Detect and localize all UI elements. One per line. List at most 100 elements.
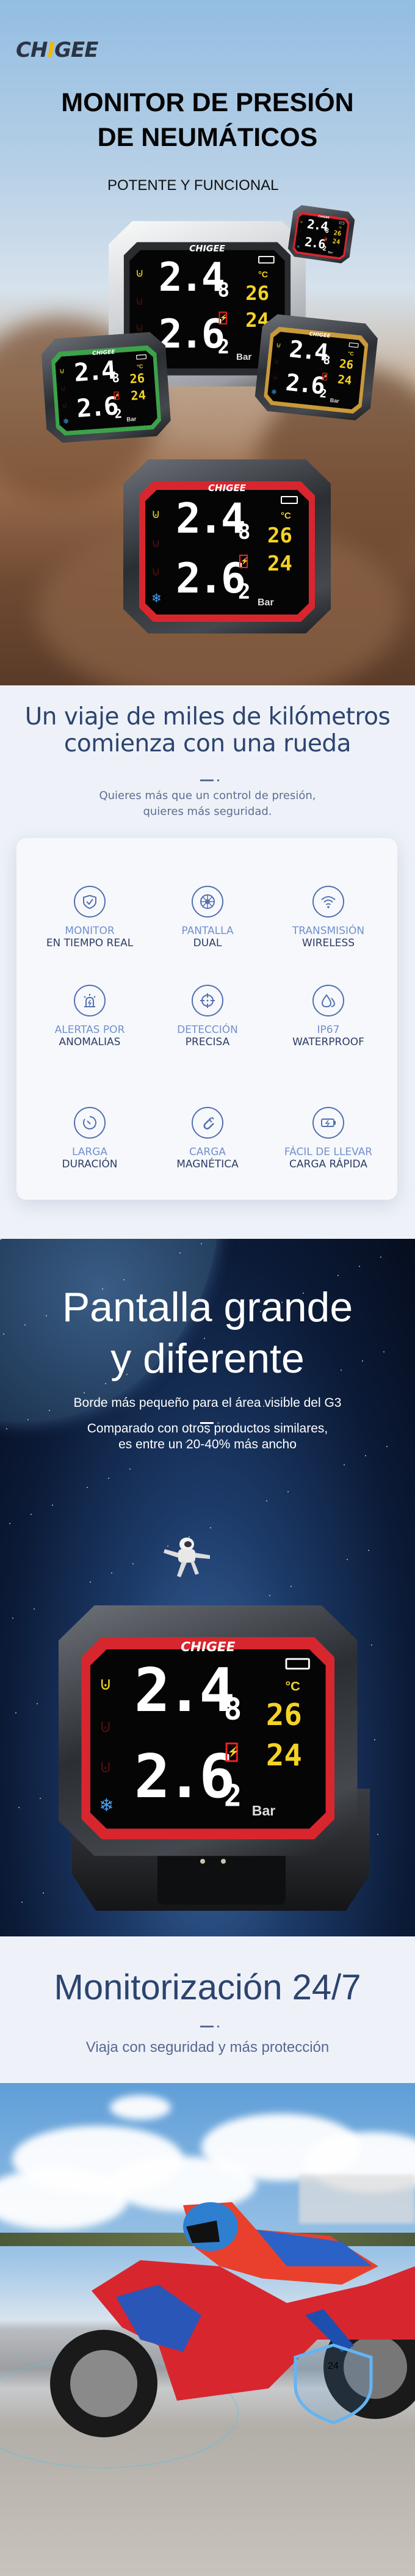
rear-pressure: 2.6 (76, 392, 118, 424)
rear-pressure: 2.6 (176, 555, 246, 603)
star (40, 1798, 41, 1799)
star (31, 1514, 32, 1515)
front-pressure-decimal: 8 (223, 1692, 242, 1728)
feature-label-accent: IP67 (317, 1024, 340, 1036)
battery-icon (136, 354, 146, 360)
front-pressure: 2.4 (287, 335, 329, 367)
device-red: ⊍ ⊍ ⊍ ❄ 2.4 8 2.6 2 ⚡ °C 26 24 Bar CHIGE… (123, 459, 331, 633)
temp-unit: °C (136, 363, 143, 370)
charging-icon: ⚡ (225, 1742, 239, 1762)
brand-logo: CHIGEE (16, 38, 98, 62)
device-green: ⊍ ⊍ ⊍ ❄ 2.4 8 2.6 2 ⚡ °C 26 24 Bar CHIGE… (40, 331, 171, 444)
star (9, 1523, 10, 1524)
star (380, 1257, 381, 1258)
star (15, 1712, 16, 1713)
pressure-unit: Bar (328, 250, 333, 255)
device-screen: ⊍ ⊍ ⊍ ❄ 2.4 8 2.6 2 ⚡ °C 26 24 Bar (145, 490, 309, 615)
tire-temp-icon: ⊍ (151, 565, 161, 578)
monitoring-subtitle: Viaja con seguridad y más protección (85, 2039, 330, 2056)
rear-temp: 24 (130, 387, 146, 404)
feature-item: IP67 WATERPROOF (267, 985, 389, 1048)
front-pressure: 2.4 (176, 495, 246, 543)
star (34, 1608, 35, 1610)
feature-item: DETECCIÓN PRECISA (146, 985, 269, 1048)
device-screen: ⊍ ⊍ ⊍ ❄ 2.4 8 2.6 2 ⚡ °C 26 24 Bar (55, 350, 158, 431)
battery-icon (281, 496, 298, 504)
rear-pressure-decimal: 2 (114, 406, 123, 421)
star (37, 1703, 38, 1704)
display-section: Pantalla grande y diferente Borde más peq… (0, 1239, 415, 1936)
tire-warning-icon: ⊍ (99, 1717, 112, 1737)
timer-icon (74, 1107, 106, 1139)
hero-section: CHIGEE MONITOR DE PRESIÓN DE NEUMÁTICOS P… (0, 0, 415, 685)
feature-label: DUAL (193, 937, 222, 949)
star (21, 1902, 23, 1903)
tire-pressure-icon: ⊍ (151, 508, 161, 521)
star (87, 1487, 88, 1488)
feature-label-accent: MONITOR (65, 925, 115, 937)
tire-pressure-icon: ⊍ (135, 267, 144, 280)
hero-subtitle: POTENTE Y FUNCIONAL (107, 177, 279, 194)
star (108, 1478, 109, 1479)
star (123, 1279, 125, 1280)
star (52, 1505, 53, 1506)
motorcycle-rider (0, 2202, 415, 2468)
24h-shield-icon (294, 2343, 373, 2425)
star (347, 1559, 348, 1560)
feature-label: ANOMALIAS (59, 1036, 121, 1048)
feature-label: WATERPROOF (292, 1036, 364, 1048)
feature-item: ALERTAS POR ANOMALIAS (29, 985, 151, 1048)
tire-pressure-icon: ⊍ (99, 1674, 112, 1695)
features-subtitle: Quieres más que un control de presión, qu… (99, 789, 316, 818)
feature-item: LARGA DURACIÓN (29, 1107, 151, 1170)
star (111, 1572, 112, 1574)
star (290, 1586, 292, 1587)
rear-pressure: 2.6 (158, 312, 225, 358)
divider (200, 779, 219, 781)
front-pressure: 2.4 (158, 255, 225, 301)
charging-icon: ⚡ (324, 238, 328, 241)
tire-pressure-icon: ⊍ (275, 341, 282, 349)
star (374, 1739, 375, 1740)
feature-item: PANTALLA DUAL (146, 886, 269, 949)
rear-pressure: 2.6 (284, 368, 325, 400)
device-large: ⊍ ⊍ ⊍ ❄ 2.4 8 2.6 2 ⚡ °C 26 24 Bar CHIGE… (59, 1605, 358, 1856)
shield-check-icon (74, 886, 106, 918)
pressure-unit: Bar (258, 597, 274, 608)
tire-warning-icon: ⊍ (273, 357, 280, 366)
feature-label: CARGA RÁPIDA (289, 1158, 367, 1170)
star (90, 1582, 91, 1583)
features-section: Un viaje de miles de kilómetros comienza … (0, 685, 415, 1239)
front-temp: 26 (333, 229, 342, 238)
feature-label: PRECISA (185, 1036, 230, 1048)
battery-icon (258, 256, 275, 264)
star (287, 1491, 289, 1492)
temp-unit: °C (338, 225, 342, 230)
star (12, 1618, 13, 1619)
crosshair-icon (192, 985, 223, 1016)
feature-label: WIRELESS (301, 937, 355, 949)
front-pressure-decimal: 8 (111, 370, 120, 386)
star (129, 1469, 131, 1470)
star (269, 1595, 270, 1596)
star (43, 1892, 44, 1894)
device-brand: CHIGEE (208, 483, 246, 494)
tire-temp-icon: ⊍ (272, 373, 278, 382)
rear-temp: 24 (267, 552, 292, 576)
device-screen: ⊍ ⊍ ⊍ ❄ 2.4 8 2.6 2 ⚡ °C 26 24 Bar (267, 331, 365, 410)
pressure-unit: Bar (126, 415, 137, 423)
pressure-unit: Bar (251, 1804, 276, 1819)
star (210, 1527, 211, 1528)
front-pressure-decimal: 8 (325, 227, 330, 235)
rear-pressure-decimal: 2 (322, 244, 327, 253)
feature-item: MONITOR EN TIEMPO REAL (29, 886, 151, 949)
rear-pressure: 2.6 (134, 1742, 235, 1812)
display-title: Pantalla grande y diferente (62, 1284, 353, 1382)
feature-label: EN TIEMPO REAL (46, 937, 134, 949)
star (359, 1266, 360, 1267)
water-drops-icon (312, 985, 344, 1016)
motorcycle-image: 24 (0, 2083, 415, 2576)
battery-charging-icon (312, 1107, 344, 1139)
star (27, 1419, 29, 1420)
battery-icon (348, 343, 358, 348)
